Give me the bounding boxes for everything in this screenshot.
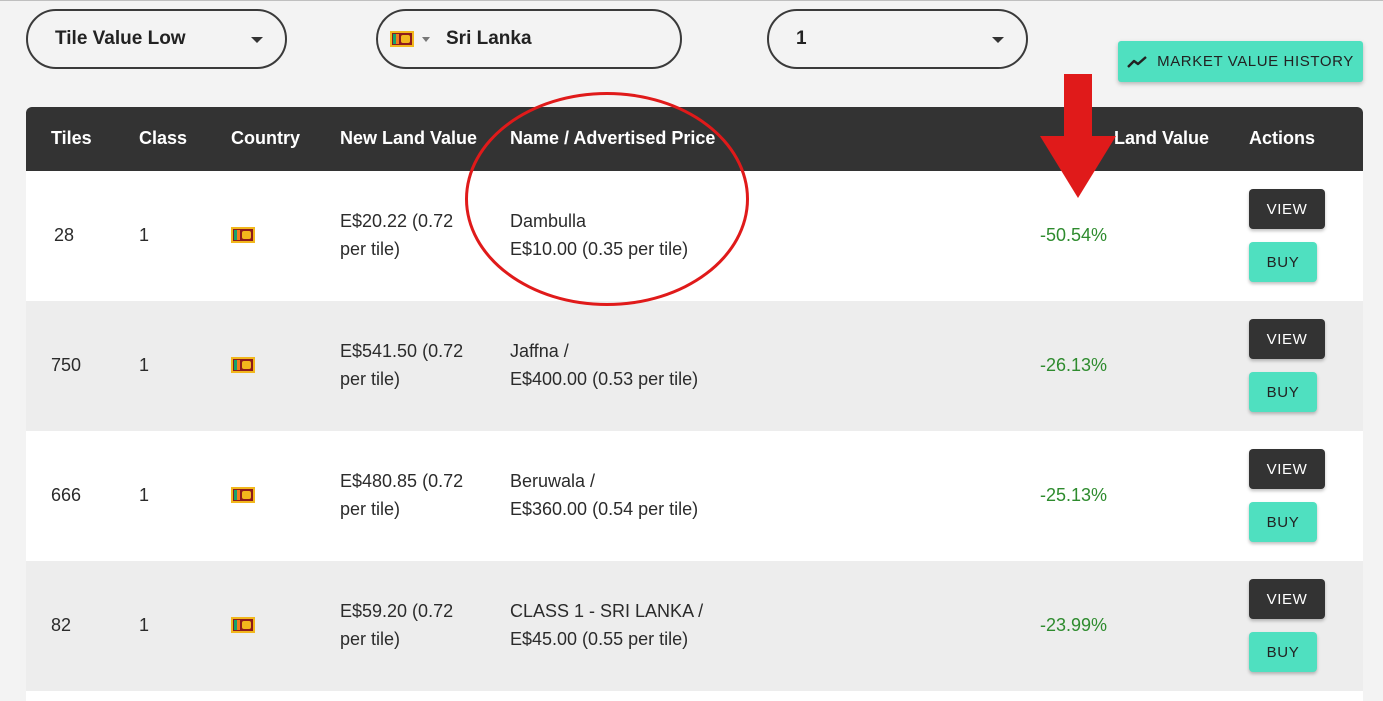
table-row: 82 1 E$59.20 (0.72 per tile) CLASS 1 - S… xyxy=(26,561,1363,691)
land-value-line: per tile) xyxy=(340,369,401,389)
new-land-value-cell: E$480.85 (0.72 per tile) xyxy=(340,467,463,523)
class-cell: 1 xyxy=(139,485,150,505)
sort-select[interactable]: Tile Value Low xyxy=(26,9,287,69)
sri-lanka-flag-icon xyxy=(231,487,255,503)
header-actions: Actions xyxy=(1249,128,1316,148)
class-cell: 1 xyxy=(139,225,150,245)
land-name: CLASS 1 - SRI LANKA / xyxy=(510,601,704,621)
name-price-cell: CLASS 1 - SRI LANKA / E$45.00 (0.55 per … xyxy=(510,597,703,653)
down-arrow-annotation-icon xyxy=(1040,74,1116,198)
land-value-line: per tile) xyxy=(340,239,401,259)
table-row: 750 1 E$541.50 (0.72 per tile) Jaffna / … xyxy=(26,301,1363,431)
land-value-line: E$480.85 (0.72 xyxy=(340,471,464,491)
class-select-value: 1 xyxy=(796,28,807,49)
header-tiles[interactable]: Tiles xyxy=(51,128,92,149)
header-country[interactable]: Country xyxy=(231,128,300,149)
market-value-history-button[interactable]: MARKET VALUE HISTORY xyxy=(1118,41,1363,82)
sri-lanka-flag-icon xyxy=(231,357,255,373)
buy-button[interactable]: BUY xyxy=(1249,502,1317,542)
tiles-cell: 666 xyxy=(51,485,82,505)
table-row: 666 1 E$480.85 (0.72 per tile) Beruwala … xyxy=(26,431,1363,561)
caret-down-icon xyxy=(992,37,1004,43)
class-select[interactable]: 1 xyxy=(767,9,1028,69)
land-name: Beruwala / xyxy=(510,471,596,491)
land-value-line: per tile) xyxy=(340,499,401,519)
view-button[interactable]: VIEW xyxy=(1249,189,1325,229)
percent-cell: -25.13% xyxy=(1040,485,1108,505)
country-select-value: Sri Lanka xyxy=(446,28,532,49)
land-value-line: E$59.20 (0.72 xyxy=(340,601,454,621)
view-button[interactable]: VIEW xyxy=(1249,449,1325,489)
advertised-price: E$360.00 (0.54 per tile) xyxy=(510,499,699,519)
header-percent-land-value[interactable]: Land Value xyxy=(1114,128,1209,149)
land-value-line: E$541.50 (0.72 xyxy=(340,341,464,361)
header-class[interactable]: Class xyxy=(139,128,187,149)
name-price-cell: Beruwala / E$360.00 (0.54 per tile) xyxy=(510,467,698,523)
new-land-value-cell: E$59.20 (0.72 per tile) xyxy=(340,597,453,653)
percent-cell: -26.13% xyxy=(1040,355,1108,375)
view-button[interactable]: VIEW xyxy=(1249,319,1325,359)
trend-line-icon xyxy=(1127,55,1147,68)
name-price-cell: Jaffna / E$400.00 (0.53 per tile) xyxy=(510,337,698,393)
country-select[interactable]: Sri Lanka xyxy=(376,9,682,69)
tiles-cell: 82 xyxy=(51,615,72,635)
new-land-value-cell: E$541.50 (0.72 per tile) xyxy=(340,337,463,393)
new-land-value-cell: E$20.22 (0.72 per tile) xyxy=(340,207,453,263)
buy-button[interactable]: BUY xyxy=(1249,242,1317,282)
advertised-price: E$45.00 (0.55 per tile) xyxy=(510,629,689,649)
sri-lanka-flag-icon xyxy=(390,31,414,47)
land-value-line: E$20.22 (0.72 xyxy=(340,211,454,231)
market-value-history-label: MARKET VALUE HISTORY xyxy=(1157,53,1354,70)
advertised-price: E$400.00 (0.53 per tile) xyxy=(510,369,699,389)
land-value-line: per tile) xyxy=(340,629,401,649)
percent-cell: -23.99% xyxy=(1040,615,1108,635)
tiles-cell: 28 xyxy=(54,225,75,245)
land-name: Jaffna / xyxy=(510,341,569,361)
class-cell: 1 xyxy=(139,615,150,635)
header-new-land-value[interactable]: New Land Value xyxy=(340,128,477,149)
sort-select-value: Tile Value Low xyxy=(55,28,186,49)
caret-down-icon[interactable] xyxy=(422,36,430,42)
percent-cell: -50.54% xyxy=(1040,225,1108,245)
caret-down-icon xyxy=(251,37,263,43)
buy-button[interactable]: BUY xyxy=(1249,372,1317,412)
buy-button[interactable]: BUY xyxy=(1249,632,1317,672)
tiles-cell: 750 xyxy=(51,355,82,375)
highlight-ellipse xyxy=(465,92,749,306)
sri-lanka-flag-icon xyxy=(231,227,255,243)
top-border xyxy=(0,0,1383,1)
class-cell: 1 xyxy=(139,355,150,375)
sri-lanka-flag-icon xyxy=(231,617,255,633)
view-button[interactable]: VIEW xyxy=(1249,579,1325,619)
